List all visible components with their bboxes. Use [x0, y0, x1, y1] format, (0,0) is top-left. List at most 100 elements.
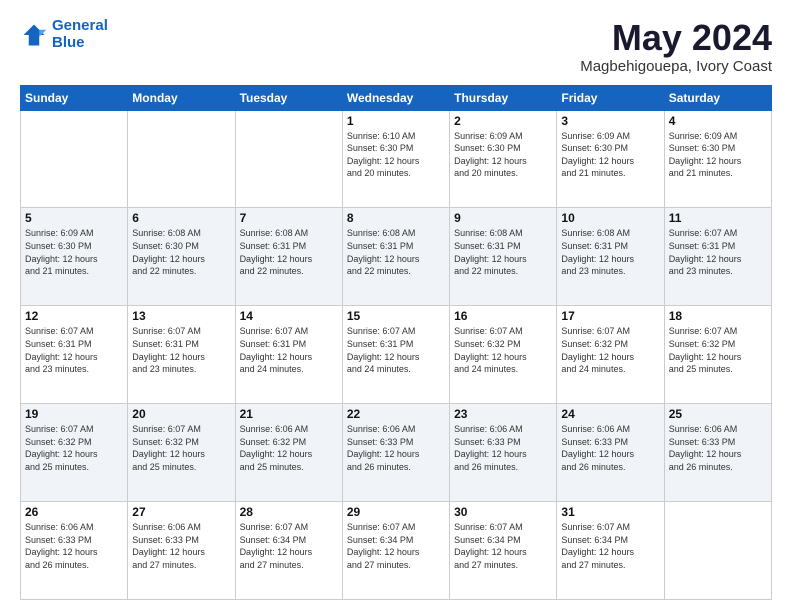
week-row-4: 26Sunrise: 6:06 AMSunset: 6:33 PMDayligh… — [21, 502, 772, 600]
col-saturday: Saturday — [664, 85, 771, 110]
day-number: 9 — [454, 211, 552, 225]
day-number: 16 — [454, 309, 552, 323]
col-friday: Friday — [557, 85, 664, 110]
day-number: 24 — [561, 407, 659, 421]
table-row: 2 Sunrise: 6:09 AMSunset: 6:30 PMDaylight… — [450, 110, 557, 208]
day-info: Sunrise: 6:07 AMSunset: 6:32 PMDaylight:… — [25, 423, 123, 473]
day-number: 20 — [132, 407, 230, 421]
table-row: 23 Sunrise: 6:06 AMSunset: 6:33 PMDayligh… — [450, 404, 557, 502]
day-number: 17 — [561, 309, 659, 323]
day-info: Sunrise: 6:07 AMSunset: 6:34 PMDaylight:… — [347, 521, 445, 571]
col-monday: Monday — [128, 85, 235, 110]
day-info: Sunrise: 6:07 AMSunset: 6:31 PMDaylight:… — [347, 325, 445, 375]
table-row: 25Sunrise: 6:06 AMSunset: 6:33 PMDayligh… — [664, 404, 771, 502]
table-row: 17 Sunrise: 6:07 AMSunset: 6:32 PMDayligh… — [557, 306, 664, 404]
page: General Blue May 2024 Magbehigouepa, Ivo… — [0, 0, 792, 612]
day-info: Sunrise: 6:07 AMSunset: 6:32 PMDaylight:… — [561, 325, 659, 375]
table-row: 30Sunrise: 6:07 AMSunset: 6:34 PMDayligh… — [450, 502, 557, 600]
logo-blue: Blue — [52, 34, 85, 51]
day-info: Sunrise: 6:06 AMSunset: 6:33 PMDaylight:… — [561, 423, 659, 473]
table-row: 24 Sunrise: 6:06 AMSunset: 6:33 PMDayligh… — [557, 404, 664, 502]
table-row: 21 Sunrise: 6:06 AMSunset: 6:32 PMDayligh… — [235, 404, 342, 502]
day-number: 2 — [454, 114, 552, 128]
day-number: 22 — [347, 407, 445, 421]
day-info: Sunrise: 6:07 AMSunset: 6:31 PMDaylight:… — [132, 325, 230, 375]
day-number: 14 — [240, 309, 338, 323]
day-number: 5 — [25, 211, 123, 225]
header: General Blue May 2024 Magbehigouepa, Ivo… — [20, 18, 772, 75]
day-number: 31 — [561, 505, 659, 519]
day-info: Sunrise: 6:08 AMSunset: 6:31 PMDaylight:… — [240, 227, 338, 277]
table-row: 3Sunrise: 6:09 AMSunset: 6:30 PMDaylight… — [557, 110, 664, 208]
day-info: Sunrise: 6:06 AMSunset: 6:33 PMDaylight:… — [347, 423, 445, 473]
day-info: Sunrise: 6:09 AMSunset: 6:30 PMDaylight:… — [669, 130, 767, 180]
day-info: Sunrise: 6:07 AMSunset: 6:32 PMDaylight:… — [132, 423, 230, 473]
week-row-2: 12 Sunrise: 6:07 AMSunset: 6:31 PMDayligh… — [21, 306, 772, 404]
table-row: 29Sunrise: 6:07 AMSunset: 6:34 PMDayligh… — [342, 502, 449, 600]
day-number: 8 — [347, 211, 445, 225]
calendar-title: May 2024 — [580, 18, 772, 58]
table-row: 26Sunrise: 6:06 AMSunset: 6:33 PMDayligh… — [21, 502, 128, 600]
day-info: Sunrise: 6:06 AMSunset: 6:33 PMDaylight:… — [25, 521, 123, 571]
day-number: 10 — [561, 211, 659, 225]
table-row: 20 Sunrise: 6:07 AMSunset: 6:32 PMDayligh… — [128, 404, 235, 502]
table-row: 31 Sunrise: 6:07 AMSunset: 6:34 PMDayligh… — [557, 502, 664, 600]
day-number: 15 — [347, 309, 445, 323]
table-row: 10 Sunrise: 6:08 AMSunset: 6:31 PMDayligh… — [557, 208, 664, 306]
table-row — [128, 110, 235, 208]
day-info: Sunrise: 6:08 AMSunset: 6:31 PMDaylight:… — [347, 227, 445, 277]
day-info: Sunrise: 6:07 AMSunset: 6:31 PMDaylight:… — [25, 325, 123, 375]
day-number: 6 — [132, 211, 230, 225]
col-sunday: Sunday — [21, 85, 128, 110]
table-row: 4Sunrise: 6:09 AMSunset: 6:30 PMDaylight… — [664, 110, 771, 208]
table-row: 12 Sunrise: 6:07 AMSunset: 6:31 PMDayligh… — [21, 306, 128, 404]
logo: General Blue — [20, 18, 108, 51]
day-info: Sunrise: 6:08 AMSunset: 6:30 PMDaylight:… — [132, 227, 230, 277]
day-info: Sunrise: 6:07 AMSunset: 6:32 PMDaylight:… — [669, 325, 767, 375]
day-number: 21 — [240, 407, 338, 421]
calendar-subtitle: Magbehigouepa, Ivory Coast — [580, 58, 772, 75]
day-info: Sunrise: 6:08 AMSunset: 6:31 PMDaylight:… — [454, 227, 552, 277]
table-row: 18 Sunrise: 6:07 AMSunset: 6:32 PMDayligh… — [664, 306, 771, 404]
day-info: Sunrise: 6:07 AMSunset: 6:34 PMDaylight:… — [561, 521, 659, 571]
day-number: 11 — [669, 211, 767, 225]
table-row: 27Sunrise: 6:06 AMSunset: 6:33 PMDayligh… — [128, 502, 235, 600]
table-row: 1 Sunrise: 6:10 AMSunset: 6:30 PMDaylight… — [342, 110, 449, 208]
table-row: 19Sunrise: 6:07 AMSunset: 6:32 PMDayligh… — [21, 404, 128, 502]
day-info: Sunrise: 6:09 AMSunset: 6:30 PMDaylight:… — [561, 130, 659, 180]
day-info: Sunrise: 6:08 AMSunset: 6:31 PMDaylight:… — [561, 227, 659, 277]
day-info: Sunrise: 6:07 AMSunset: 6:31 PMDaylight:… — [240, 325, 338, 375]
col-tuesday: Tuesday — [235, 85, 342, 110]
table-row: 16 Sunrise: 6:07 AMSunset: 6:32 PMDayligh… — [450, 306, 557, 404]
day-number: 7 — [240, 211, 338, 225]
weekday-header-row: Sunday Monday Tuesday Wednesday Thursday… — [21, 85, 772, 110]
table-row: 15 Sunrise: 6:07 AMSunset: 6:31 PMDayligh… — [342, 306, 449, 404]
day-info: Sunrise: 6:07 AMSunset: 6:32 PMDaylight:… — [454, 325, 552, 375]
day-number: 1 — [347, 114, 445, 128]
day-info: Sunrise: 6:09 AMSunset: 6:30 PMDaylight:… — [454, 130, 552, 180]
week-row-1: 5 Sunrise: 6:09 AMSunset: 6:30 PMDaylight… — [21, 208, 772, 306]
day-number: 18 — [669, 309, 767, 323]
logo-icon — [20, 21, 48, 49]
day-info: Sunrise: 6:07 AMSunset: 6:34 PMDaylight:… — [454, 521, 552, 571]
table-row: 5 Sunrise: 6:09 AMSunset: 6:30 PMDaylight… — [21, 208, 128, 306]
table-row: 28Sunrise: 6:07 AMSunset: 6:34 PMDayligh… — [235, 502, 342, 600]
col-thursday: Thursday — [450, 85, 557, 110]
table-row: 22 Sunrise: 6:06 AMSunset: 6:33 PMDayligh… — [342, 404, 449, 502]
day-info: Sunrise: 6:06 AMSunset: 6:33 PMDaylight:… — [454, 423, 552, 473]
table-row: 14 Sunrise: 6:07 AMSunset: 6:31 PMDayligh… — [235, 306, 342, 404]
day-info: Sunrise: 6:10 AMSunset: 6:30 PMDaylight:… — [347, 130, 445, 180]
day-number: 25 — [669, 407, 767, 421]
day-info: Sunrise: 6:06 AMSunset: 6:32 PMDaylight:… — [240, 423, 338, 473]
day-number: 12 — [25, 309, 123, 323]
table-row: 6 Sunrise: 6:08 AMSunset: 6:30 PMDaylight… — [128, 208, 235, 306]
day-number: 28 — [240, 505, 338, 519]
logo-general: General — [52, 17, 108, 34]
table-row — [664, 502, 771, 600]
day-number: 23 — [454, 407, 552, 421]
day-info: Sunrise: 6:06 AMSunset: 6:33 PMDaylight:… — [132, 521, 230, 571]
day-info: Sunrise: 6:09 AMSunset: 6:30 PMDaylight:… — [25, 227, 123, 277]
logo-text: General Blue — [52, 18, 108, 51]
table-row: 9 Sunrise: 6:08 AMSunset: 6:31 PMDaylight… — [450, 208, 557, 306]
week-row-3: 19Sunrise: 6:07 AMSunset: 6:32 PMDayligh… — [21, 404, 772, 502]
